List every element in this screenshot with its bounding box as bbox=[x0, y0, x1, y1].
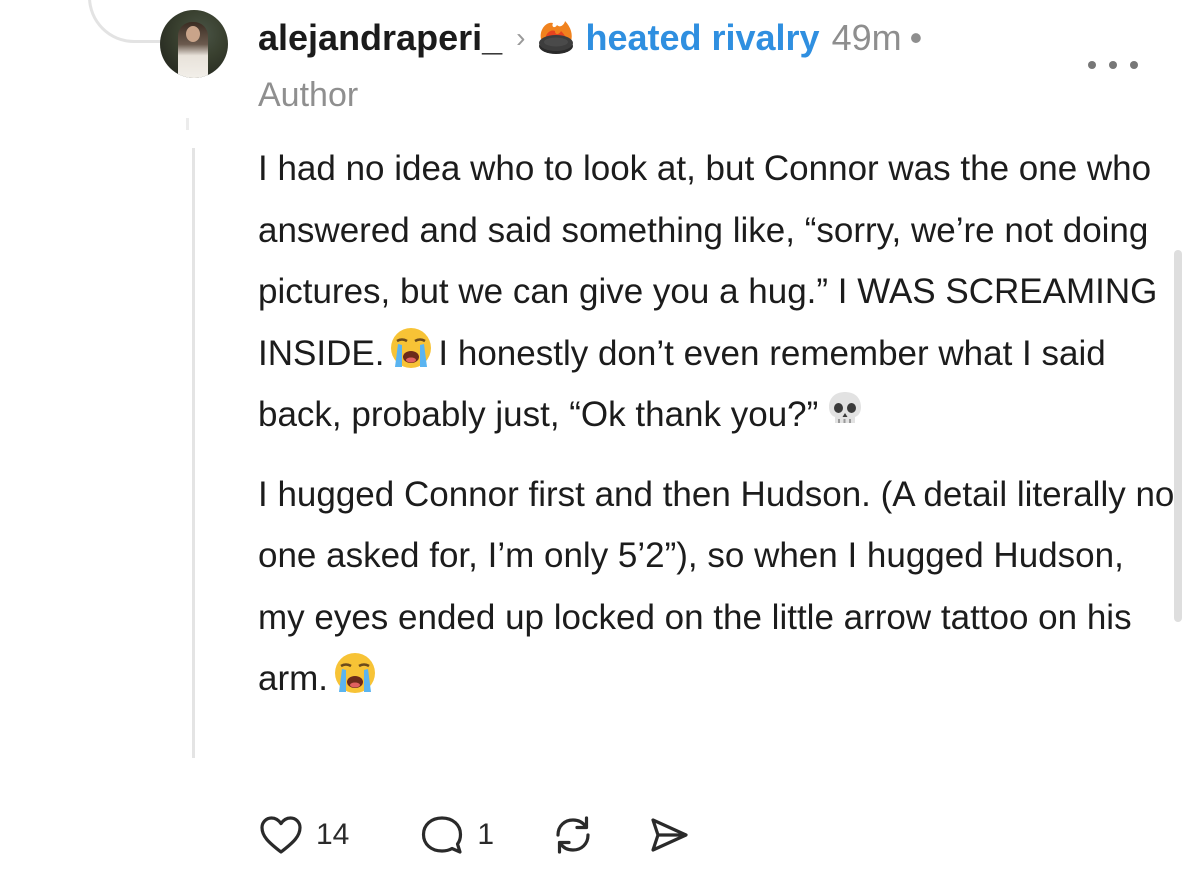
avatar[interactable] bbox=[160, 10, 228, 78]
scrollbar[interactable] bbox=[1174, 250, 1182, 622]
community-link[interactable]: heated rivalry bbox=[585, 17, 819, 59]
repost-button[interactable] bbox=[550, 813, 596, 857]
username-link[interactable]: alejandraperi_ bbox=[258, 17, 502, 59]
post-paragraph: I had no idea who to look at, but Connor… bbox=[258, 138, 1178, 446]
send-icon bbox=[646, 813, 692, 857]
loudly-crying-face-icon bbox=[332, 650, 378, 696]
chevron-right-icon: › bbox=[516, 22, 526, 53]
share-button[interactable] bbox=[646, 813, 692, 857]
author-badge: Author bbox=[258, 76, 359, 114]
paragraph-text: I hugged Connor first and then Hudson. (… bbox=[258, 474, 1175, 699]
more-dot-icon bbox=[1109, 61, 1117, 69]
post-actions-bar: 14 1 bbox=[258, 810, 692, 860]
thread-line bbox=[192, 148, 195, 758]
avatar-face bbox=[186, 26, 200, 42]
more-options-button[interactable] bbox=[1088, 50, 1138, 80]
like-button[interactable]: 14 bbox=[258, 814, 349, 856]
comment-bubble-icon bbox=[419, 813, 465, 857]
more-dot-icon bbox=[1130, 61, 1138, 69]
like-count: 14 bbox=[316, 818, 350, 851]
reply-count: 1 bbox=[477, 818, 495, 851]
loudly-crying-face-icon bbox=[388, 325, 434, 371]
separator-dot: • bbox=[909, 17, 923, 58]
post-body: I had no idea who to look at, but Connor… bbox=[258, 138, 1178, 710]
post-header: alejandraperi_ › heated rivalry 49m • bbox=[258, 12, 922, 64]
paragraph-text: I honestly don’t even remember what I sa… bbox=[258, 333, 1106, 435]
more-dot-icon bbox=[1088, 61, 1096, 69]
post-paragraph: I hugged Connor first and then Hudson. (… bbox=[258, 464, 1178, 710]
heart-icon bbox=[258, 814, 304, 856]
post-timestamp: 49m bbox=[831, 17, 902, 58]
skull-icon bbox=[822, 386, 868, 432]
reply-button[interactable]: 1 bbox=[419, 813, 494, 857]
repost-icon bbox=[550, 813, 596, 857]
flaming-hockey-puck-icon bbox=[535, 19, 577, 57]
thread-connector-tick bbox=[186, 118, 189, 130]
